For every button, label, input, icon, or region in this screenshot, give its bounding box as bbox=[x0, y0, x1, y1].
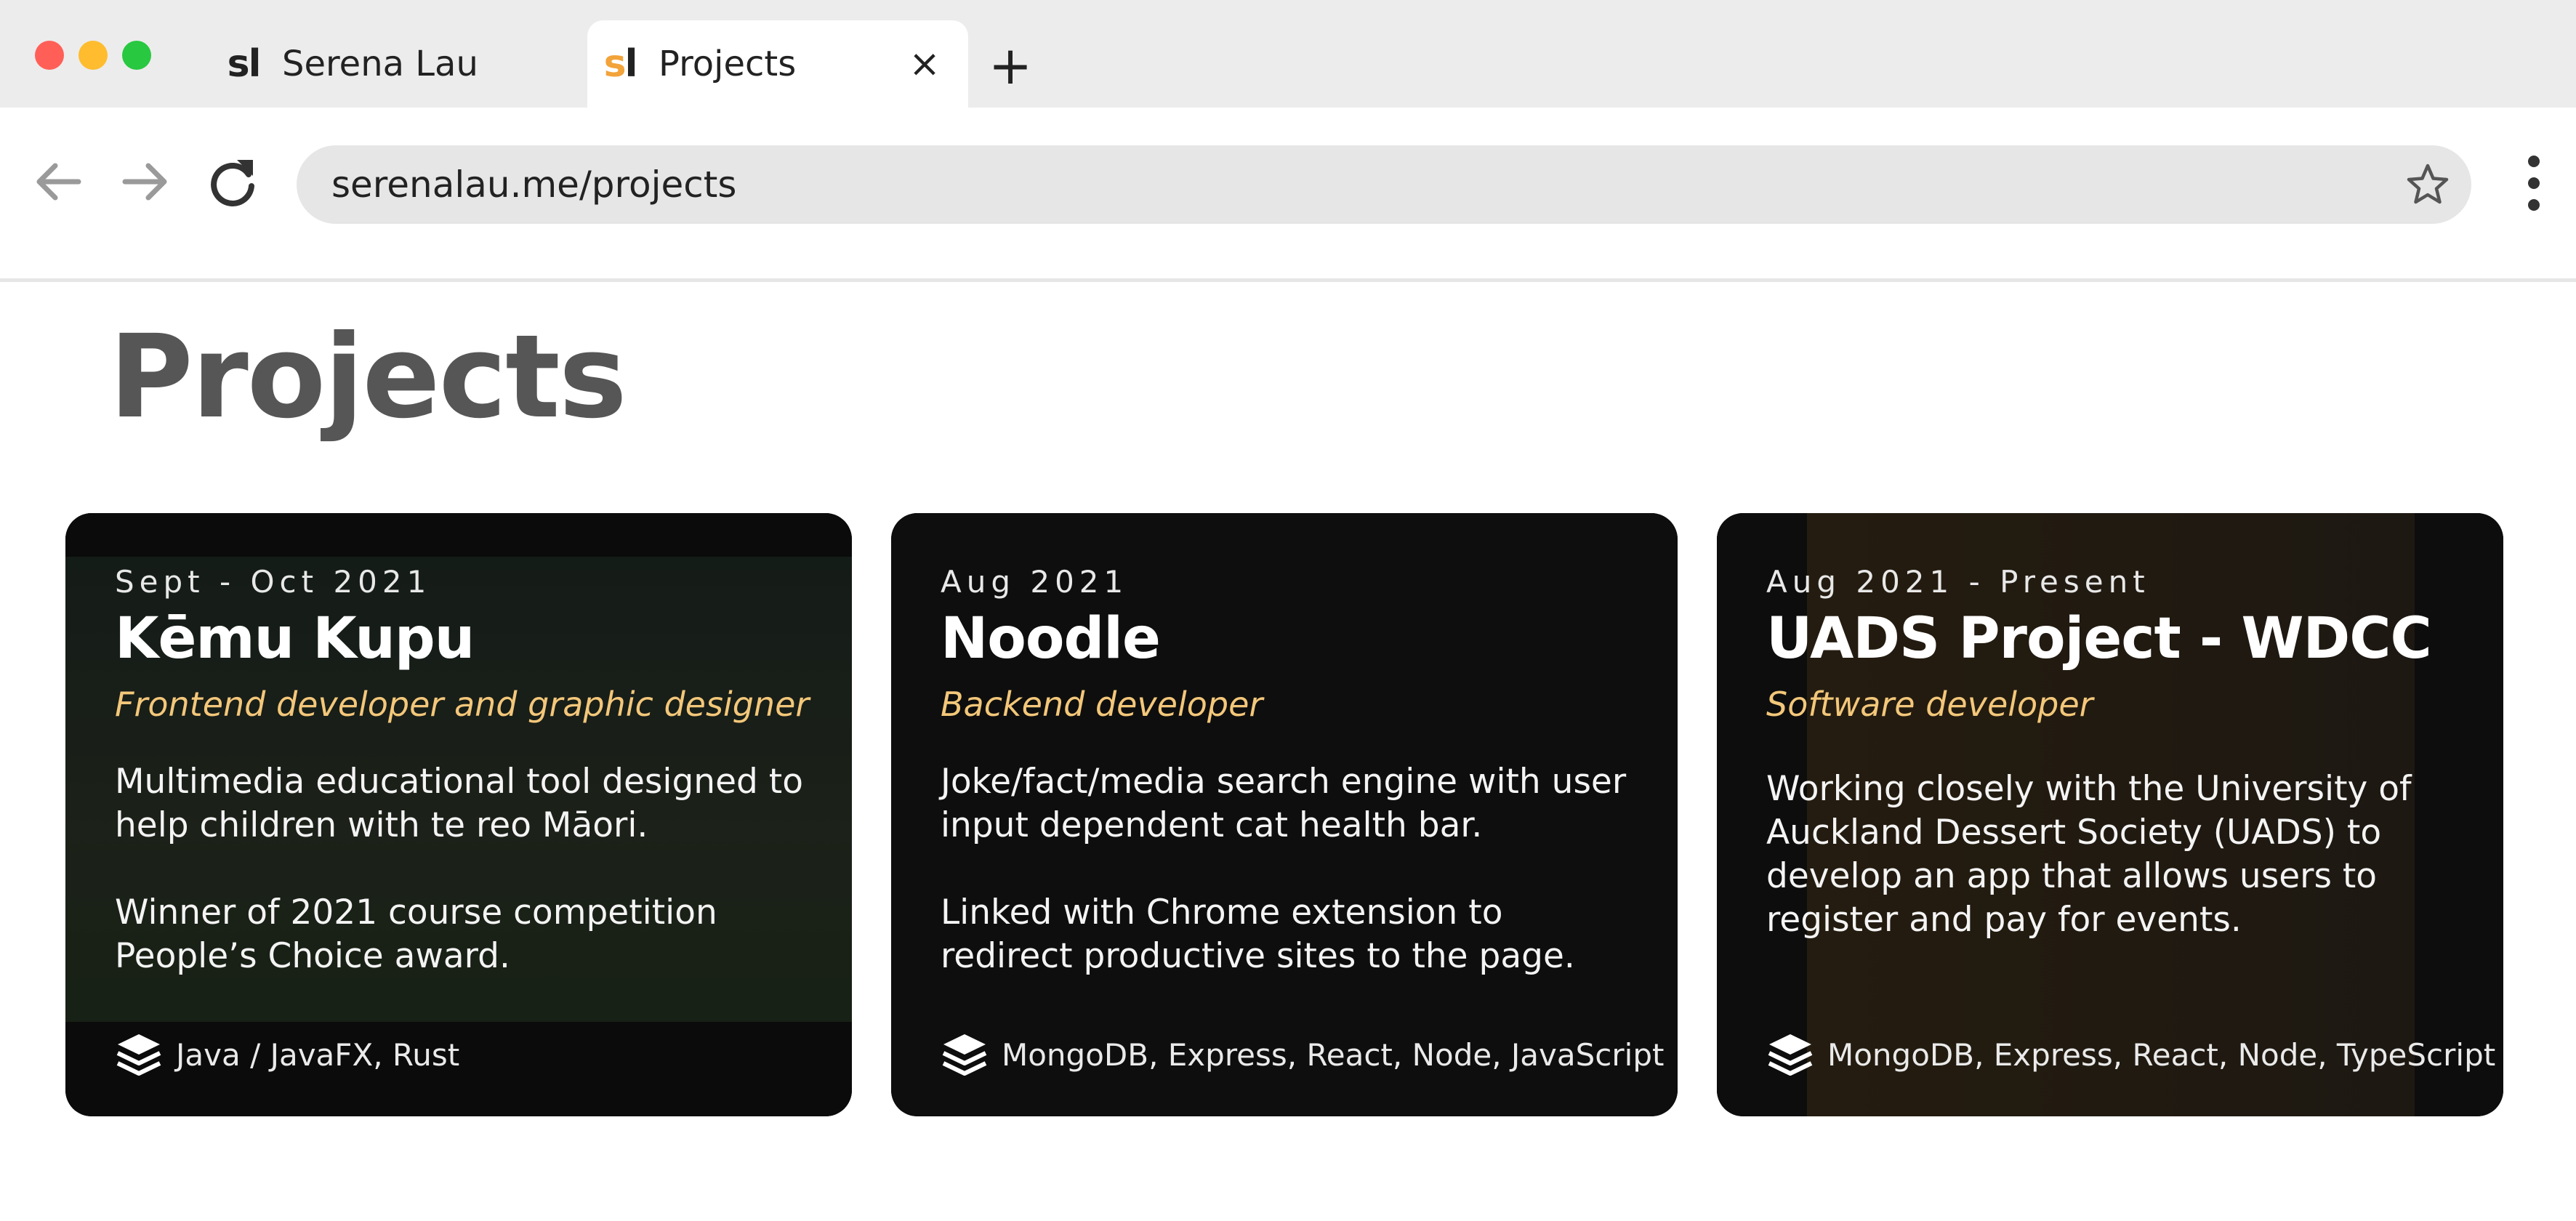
description-paragraph: Joke/fact/media search engine with user … bbox=[941, 762, 1627, 845]
tab-strip: sl Serena Lau sl Projects × + bbox=[0, 0, 2576, 108]
description-paragraph: Working closely with the University of A… bbox=[1766, 769, 2412, 940]
project-date: Aug 2021 - Present bbox=[1766, 564, 2150, 600]
star-icon[interactable] bbox=[2404, 161, 2451, 208]
more-vert-icon[interactable] bbox=[2519, 153, 2548, 214]
project-role: Software developer bbox=[1766, 685, 2093, 724]
project-role: Backend developer bbox=[941, 685, 1263, 724]
tab-projects[interactable]: sl Projects × bbox=[587, 20, 968, 108]
project-title: UADS Project - WDCC bbox=[1766, 606, 2432, 672]
site-logo-icon: sl bbox=[603, 42, 638, 86]
reload-icon[interactable] bbox=[204, 153, 262, 211]
tech-stack-text: Java / JavaFX, Rust bbox=[176, 1036, 460, 1073]
new-tab-button[interactable]: + bbox=[983, 38, 1038, 93]
tab-label: Serena Lau bbox=[282, 44, 478, 84]
close-window-button[interactable] bbox=[35, 41, 64, 70]
tech-stack-text: MongoDB, Express, React, Node, JavaScrip… bbox=[1002, 1036, 1665, 1073]
description-paragraph: Winner of 2021 course competition People… bbox=[115, 892, 717, 976]
address-bar[interactable]: serenalau.me/projects bbox=[297, 145, 2471, 224]
page-title: Projects bbox=[109, 310, 627, 444]
tech-stack: MongoDB, Express, React, Node, TypeScrip… bbox=[1766, 1029, 2495, 1080]
project-title: Kēmu Kupu bbox=[115, 606, 475, 672]
maximize-window-button[interactable] bbox=[122, 41, 151, 70]
url-text[interactable]: serenalau.me/projects bbox=[331, 145, 736, 224]
layers-icon bbox=[116, 1034, 161, 1076]
tab-label: Projects bbox=[659, 44, 797, 84]
project-title: Noodle bbox=[941, 606, 1161, 672]
tech-stack: MongoDB, Express, React, Node, JavaScrip… bbox=[941, 1029, 1664, 1080]
tech-stack: Java / JavaFX, Rust bbox=[115, 1029, 459, 1080]
project-date: Aug 2021 bbox=[941, 564, 1129, 600]
project-description: Joke/fact/media search engine with user … bbox=[941, 760, 1634, 1022]
tab-serena-lau[interactable]: sl Serena Lau bbox=[211, 20, 574, 108]
minimize-window-button[interactable] bbox=[79, 41, 108, 70]
back-arrow-icon[interactable] bbox=[29, 153, 87, 211]
project-role: Frontend developer and graphic designer bbox=[115, 685, 810, 724]
layers-icon bbox=[942, 1034, 987, 1076]
site-logo-icon: sl bbox=[227, 42, 262, 86]
project-description: Multimedia educational tool designed to … bbox=[115, 760, 808, 1022]
tech-stack-text: MongoDB, Express, React, Node, TypeScrip… bbox=[1827, 1036, 2496, 1073]
description-paragraph: Multimedia educational tool designed to … bbox=[115, 762, 803, 845]
project-card[interactable]: Aug 2021 - Present UADS Project - WDCC S… bbox=[1717, 513, 2503, 1116]
project-description: Working closely with the University of A… bbox=[1766, 767, 2460, 986]
layers-icon bbox=[1768, 1034, 1813, 1076]
project-date: Sept - Oct 2021 bbox=[115, 564, 432, 600]
project-card[interactable]: Aug 2021 Noodle Backend developer Joke/f… bbox=[891, 513, 1678, 1116]
close-tab-icon[interactable]: × bbox=[901, 41, 948, 87]
description-paragraph: Linked with Chrome extension to redirect… bbox=[941, 892, 1575, 976]
project-card[interactable]: Sept - Oct 2021 Kēmu Kupu Frontend devel… bbox=[65, 513, 852, 1116]
forward-arrow-icon[interactable] bbox=[116, 153, 174, 211]
browser-toolbar: serenalau.me/projects bbox=[0, 108, 2576, 282]
